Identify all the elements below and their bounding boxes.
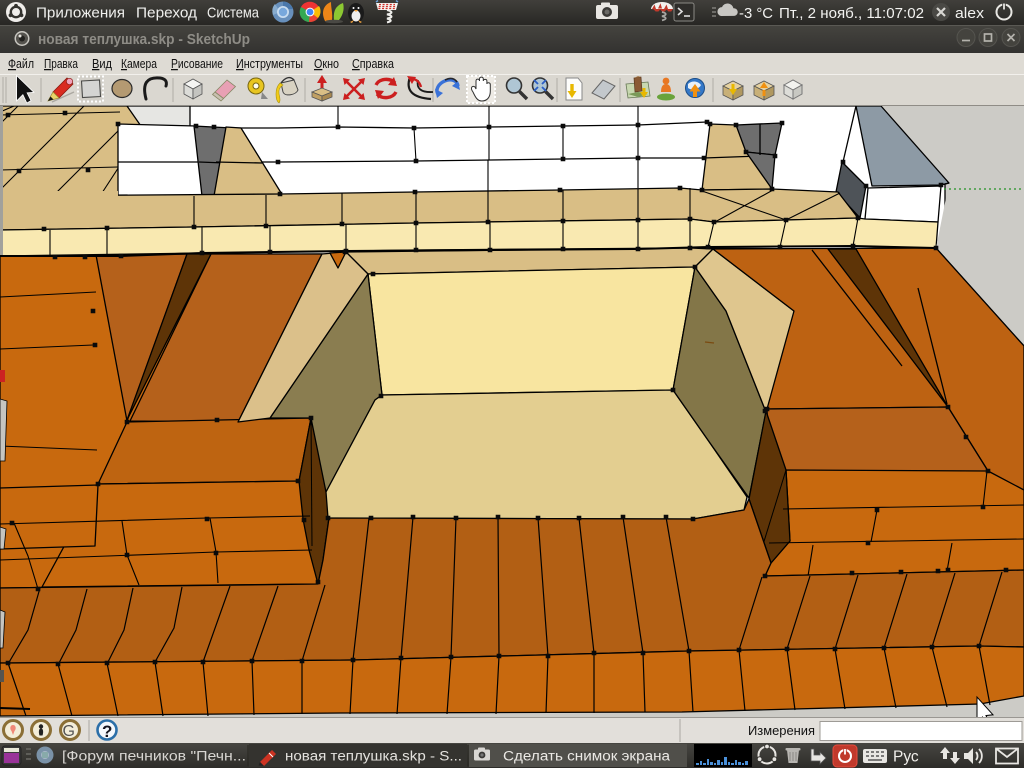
svg-text:новая теплушка.skp - SketchUp: новая теплушка.skp - SketchUp bbox=[38, 31, 250, 48]
svg-text:[Форум печников "Печн...: [Форум печников "Печн... bbox=[62, 749, 246, 764]
svg-text:Вид: Вид bbox=[92, 57, 113, 71]
svg-text:Рисование: Рисование bbox=[171, 57, 223, 71]
svg-text:Система: Система bbox=[207, 6, 260, 22]
svg-text:Камера: Камера bbox=[121, 57, 157, 71]
svg-text:Рус: Рус bbox=[893, 749, 919, 766]
svg-text:Окно: Окно bbox=[314, 57, 339, 71]
svg-text:Инструменты: Инструменты bbox=[236, 57, 303, 71]
svg-text:Правка: Правка bbox=[44, 57, 78, 71]
svg-text:Пт., 2 нояб., 11:07:02: Пт., 2 нояб., 11:07:02 bbox=[779, 6, 924, 22]
svg-text:?: ? bbox=[102, 722, 112, 741]
svg-text:Переход: Переход bbox=[136, 6, 198, 22]
svg-text:-3 °C: -3 °C bbox=[739, 6, 773, 22]
svg-text:Файл: Файл bbox=[8, 57, 34, 71]
svg-text:G: G bbox=[63, 723, 75, 740]
svg-text:alex: alex bbox=[955, 6, 985, 22]
svg-text:Измерения: Измерения bbox=[748, 724, 815, 738]
svg-text:Приложения: Приложения bbox=[36, 6, 125, 22]
svg-text:Справка: Справка bbox=[352, 57, 394, 71]
svg-text:новая теплушка.skp - S...: новая теплушка.skp - S... bbox=[285, 749, 462, 764]
svg-text:Сделать снимок экрана: Сделать снимок экрана bbox=[503, 749, 671, 764]
